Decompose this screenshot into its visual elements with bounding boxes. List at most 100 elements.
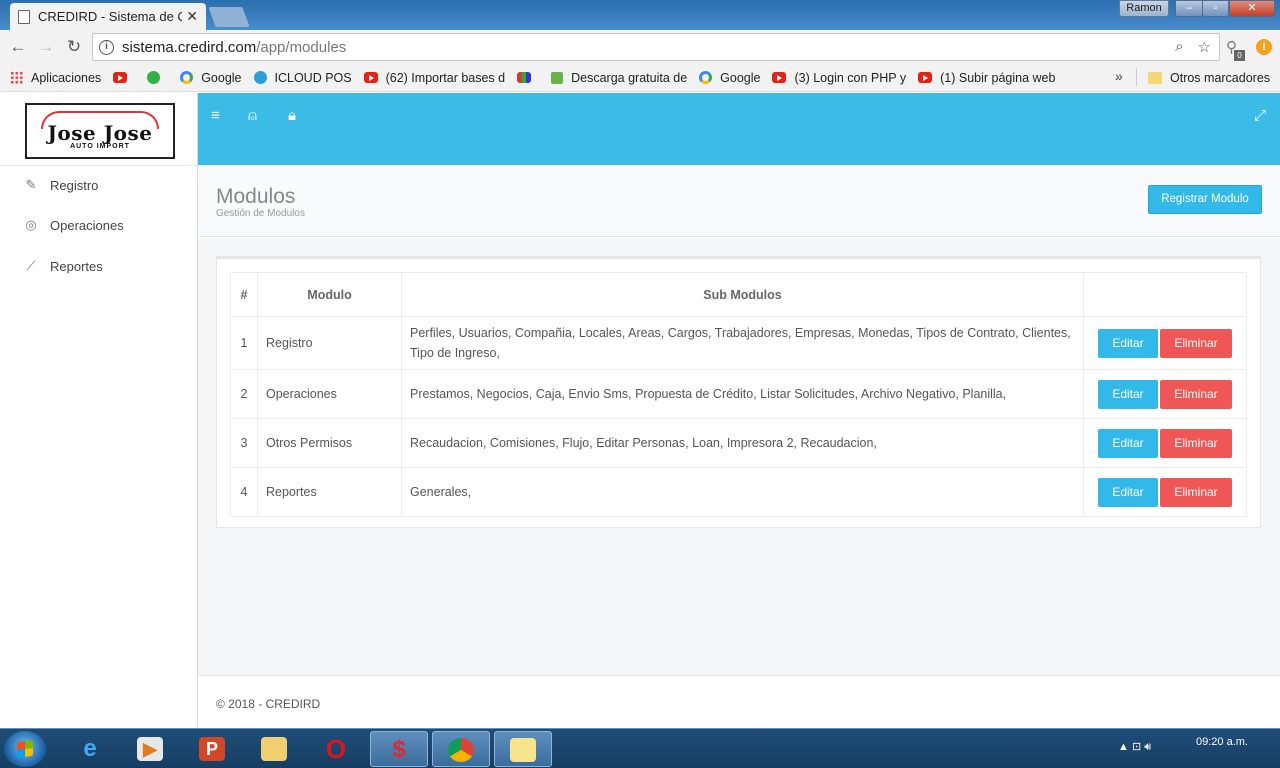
taskbar-app-dollar[interactable]: $ (370, 731, 428, 767)
lock-icon[interactable]: 🔒︎ (288, 107, 296, 124)
sticky-notes-icon (510, 738, 536, 762)
fullscreen-icon[interactable]: ⤢ (1254, 107, 1266, 124)
edit-icon: ✎ (25, 177, 37, 192)
bookmark-login-php[interactable]: (3) Login con PHP y (772, 71, 906, 85)
alert-icon[interactable]: ! (1256, 39, 1272, 55)
more-bookmarks-icon[interactable]: » (1115, 68, 1123, 84)
chart-line-icon: ⟋ (26, 258, 36, 273)
taskbar-app-chrome[interactable] (432, 731, 490, 767)
row-actions: Editar Eliminar (1083, 369, 1247, 419)
bookmark-google[interactable]: Google (180, 71, 242, 85)
row-submodules: Generales, (401, 467, 1084, 517)
row-module: Registro (257, 316, 402, 370)
footer-copyright: © 2018 - CREDIRD (216, 697, 321, 711)
taskbar-app-explorer[interactable] (246, 731, 304, 767)
bookmark-subir-pagina[interactable]: (1) Subir página web (918, 71, 1055, 85)
new-tab-button[interactable] (208, 7, 250, 27)
logo-title: Jose Jose (47, 121, 153, 145)
apps-icon (10, 71, 23, 84)
row-submodules: Prestamos, Negocios, Caja, Envio Sms, Pr… (401, 369, 1084, 419)
taskbar-app-ie[interactable]: e (62, 731, 120, 767)
row-module: Reportes (257, 467, 402, 517)
youtube-icon (918, 72, 933, 83)
taskbar-app-sticky-notes[interactable] (494, 731, 552, 767)
row-submodules: Perfiles, Usuarios, Compañia, Locales, A… (401, 316, 1084, 370)
window-user-badge[interactable]: Ramon (1119, 0, 1169, 17)
table-row: 2 Operaciones Prestamos, Negocios, Caja,… (230, 369, 1247, 419)
edit-button[interactable]: Editar (1098, 428, 1158, 458)
register-module-button[interactable]: Registrar Modulo (1148, 185, 1262, 214)
column-header-num: # (230, 272, 258, 317)
multicolor-icon (517, 72, 532, 83)
folder-icon (1148, 72, 1162, 84)
menu-toggle-icon[interactable]: ≡ (211, 107, 220, 124)
bookmark-multicolor[interactable] (517, 72, 539, 83)
app-footer: © 2018 - CREDIRD (198, 675, 1280, 728)
bookmark-importar-bases[interactable]: (62) Importar bases d (363, 71, 505, 85)
youtube-icon (772, 72, 787, 83)
sidebar-item-label: Reportes (50, 258, 103, 274)
info-icon[interactable]: i (99, 39, 114, 55)
row-submodules: Recaudacion, Comisiones, Flujo, Editar P… (401, 418, 1084, 468)
bookmark-star-icon[interactable]: ☆ (1198, 38, 1211, 56)
sidebar-item-operaciones[interactable]: ◎ Operaciones (24, 217, 124, 233)
bookmark-google-2[interactable]: Google (699, 71, 760, 85)
taskbar-app-powerpoint[interactable]: P (184, 731, 242, 767)
bookmark-descarga-gratuita[interactable]: Descarga gratuita de (551, 71, 687, 85)
back-icon[interactable]: ← (4, 37, 32, 57)
tray-icons[interactable]: ▲ ⊡ 🔊︎ (1118, 740, 1151, 754)
bookmarks-divider (1136, 68, 1137, 86)
company-logo[interactable]: Jose Jose AUTO IMPORT (25, 103, 175, 159)
modules-panel: # Modulo Sub Modulos 1 Registro Perfiles… (216, 256, 1261, 528)
edit-button[interactable]: Editar (1098, 379, 1158, 409)
edit-button[interactable]: Editar (1098, 477, 1158, 507)
sidebar-item-label: Operaciones (50, 217, 124, 233)
taskbar-app-opera[interactable]: O (308, 731, 366, 767)
delete-button[interactable]: Eliminar (1160, 328, 1232, 358)
row-actions: Editar Eliminar (1083, 418, 1247, 468)
bookmark-whatsapp[interactable] (147, 71, 168, 84)
browser-tab[interactable]: CREDIRD - Sistema de Co ✕ (10, 3, 206, 30)
bookmark-icloud-pos[interactable]: ICLOUD POS (253, 71, 352, 85)
close-window-button[interactable]: ✕ (1229, 0, 1275, 17)
reload-icon[interactable]: ↻ (60, 37, 88, 57)
other-bookmarks[interactable]: Otros marcadores (1148, 64, 1270, 92)
start-button[interactable] (4, 731, 46, 767)
edit-button[interactable]: Editar (1098, 328, 1158, 358)
delete-button[interactable]: Eliminar (1160, 379, 1232, 409)
row-number: 2 (230, 369, 258, 419)
modules-table: # Modulo Sub Modulos 1 Registro Perfiles… (230, 272, 1247, 517)
column-header-module: Modulo (257, 272, 402, 317)
taskbar-clock[interactable]: 09:20 a.m. (1196, 735, 1248, 749)
maximize-button[interactable]: ▫ (1202, 0, 1229, 17)
bolt-icon (253, 71, 267, 84)
sidebar: Jose Jose AUTO IMPORT ✎ Registro ◎ Opera… (0, 93, 198, 728)
minimize-button[interactable]: – (1175, 0, 1203, 17)
delete-button[interactable]: Eliminar (1160, 428, 1232, 458)
page-icon (18, 9, 30, 24)
main-content: # Modulo Sub Modulos 1 Registro Perfiles… (198, 238, 1280, 675)
youtube-icon (363, 72, 378, 83)
table-header-row: # Modulo Sub Modulos (230, 272, 1247, 317)
sidebar-item-reportes[interactable]: ⟋ Reportes (24, 258, 103, 274)
taskbar-app-media-player[interactable]: ▶ (122, 731, 180, 767)
delete-button[interactable]: Eliminar (1160, 477, 1232, 507)
zoom-search-icon[interactable]: ⌕ (1175, 38, 1183, 56)
logo-subtitle: AUTO IMPORT (70, 143, 130, 150)
url-path: /app/modules (256, 38, 347, 56)
user-icon[interactable]: ⍝ (248, 107, 257, 124)
windows-taskbar: e ▶ P O $ (0, 728, 1280, 768)
download-icon (551, 71, 564, 84)
youtube-icon (113, 72, 128, 83)
page-subtitle: Gestión de Modulos (216, 208, 305, 219)
sidebar-divider (0, 165, 197, 166)
sidebar-item-registro[interactable]: ✎ Registro (24, 177, 99, 193)
bookmark-youtube[interactable] (113, 72, 135, 83)
page-header: Modulos Gestión de Modulos Registrar Mod… (198, 165, 1280, 237)
address-bar[interactable]: i sistema.credird.com/app/modules ⌕ ☆ (92, 33, 1220, 61)
bookmark-aplicaciones[interactable]: Aplicaciones (10, 71, 101, 85)
file-explorer-icon (261, 737, 287, 761)
forward-icon[interactable]: → (32, 37, 60, 57)
close-tab-icon[interactable]: ✕ (186, 8, 198, 25)
browser-toolbar: ← → ↻ i sistema.credird.com/app/modules … (0, 30, 1280, 64)
